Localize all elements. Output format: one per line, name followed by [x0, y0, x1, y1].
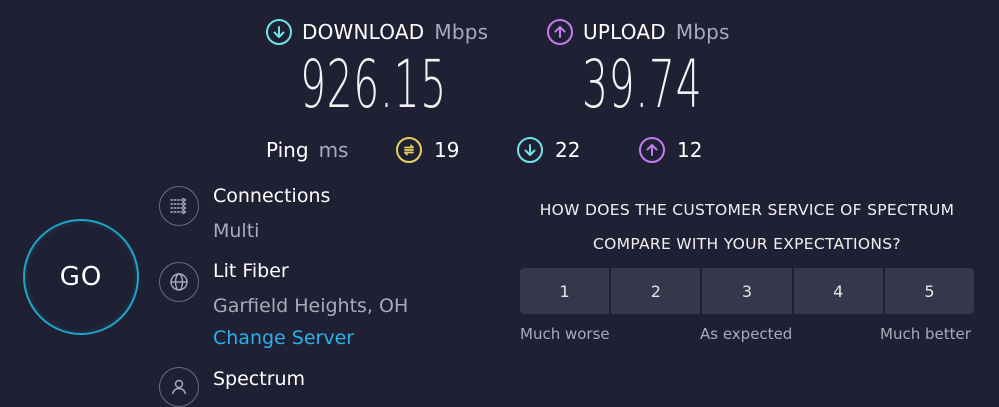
provider-title: Spectrum — [213, 368, 306, 390]
rating-option-1[interactable]: 1 — [520, 268, 610, 314]
rating-option-4[interactable]: 4 — [793, 268, 883, 314]
ping-unit: ms — [318, 138, 349, 162]
scale-label-high: Much better — [880, 325, 971, 343]
change-server-link[interactable]: Change Server — [213, 327, 354, 349]
ping-label: Ping — [266, 138, 309, 162]
idle-latency-icon — [396, 137, 422, 163]
upload-arrow-icon — [547, 19, 573, 45]
ping-download: 22 — [517, 137, 580, 163]
survey-question: HOW DOES THE CUSTOMER SERVICE OF SPECTRU… — [517, 193, 977, 261]
download-arrow-icon — [266, 19, 292, 45]
upload-metric: UPLOAD Mbps — [547, 19, 730, 45]
download-unit: Mbps — [434, 20, 489, 44]
survey-rating-scale: 1 2 3 4 5 — [520, 268, 974, 314]
upload-unit: Mbps — [675, 20, 730, 44]
download-title: DOWNLOAD — [302, 20, 425, 44]
ping-upload: 12 — [639, 137, 702, 163]
user-icon — [159, 367, 199, 407]
scale-label-low: Much worse — [520, 325, 610, 343]
upload-latency-icon — [639, 137, 665, 163]
ping-idle-value: 19 — [434, 138, 460, 162]
download-latency-icon — [517, 137, 543, 163]
connections-title: Connections — [213, 185, 331, 207]
ping-download-value: 22 — [555, 138, 581, 162]
connections-icon — [159, 186, 199, 226]
survey-question-line-1: HOW DOES THE CUSTOMER SERVICE OF SPECTRU… — [539, 201, 955, 219]
rating-option-2[interactable]: 2 — [611, 268, 701, 314]
ping-upload-value: 12 — [677, 138, 703, 162]
go-button-label: GO — [59, 262, 103, 292]
connections-value: Multi — [213, 220, 260, 242]
go-button[interactable]: GO — [23, 219, 139, 335]
survey-question-line-2: COMPARE WITH YOUR EXPECTATIONS? — [593, 235, 901, 253]
server-title: Lit Fiber — [213, 260, 289, 282]
ping-label-group: Ping ms — [266, 138, 348, 162]
upload-value: 39.74 — [582, 46, 703, 123]
server-location: Garfield Heights, OH — [213, 295, 409, 317]
download-metric: DOWNLOAD Mbps — [266, 19, 488, 45]
globe-icon — [159, 262, 199, 302]
upload-title: UPLOAD — [583, 20, 666, 44]
scale-label-mid: As expected — [700, 325, 793, 343]
rating-option-5[interactable]: 5 — [884, 268, 974, 314]
download-value: 926.15 — [300, 46, 447, 123]
rating-option-3[interactable]: 3 — [702, 268, 792, 314]
ping-idle: 19 — [396, 137, 459, 163]
